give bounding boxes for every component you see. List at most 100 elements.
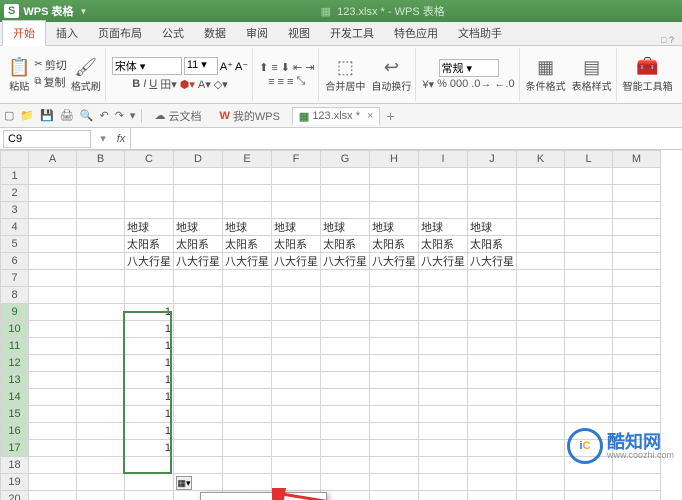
cell-G3[interactable] [321, 202, 370, 219]
cell-I2[interactable] [419, 185, 468, 202]
cell-E4[interactable]: 地球 [223, 219, 272, 236]
cell-J3[interactable] [468, 202, 517, 219]
cell-K8[interactable] [517, 287, 565, 304]
menu-6[interactable]: 视图 [278, 21, 320, 45]
cell-K7[interactable] [517, 270, 565, 287]
cell-G14[interactable] [321, 389, 370, 406]
autofill-options-button[interactable]: ▦▾ [176, 476, 192, 490]
cell-B10[interactable] [77, 321, 125, 338]
cell-K12[interactable] [517, 355, 565, 372]
cell-D13[interactable] [174, 372, 223, 389]
cell-I1[interactable] [419, 168, 468, 185]
cell-M2[interactable] [613, 185, 661, 202]
cell-B14[interactable] [77, 389, 125, 406]
cell-M10[interactable] [613, 321, 661, 338]
cell-E10[interactable] [223, 321, 272, 338]
row-header-10[interactable]: 10 [1, 321, 29, 338]
cell-I7[interactable] [419, 270, 468, 287]
cell-G20[interactable] [321, 491, 370, 500]
cell-D6[interactable]: 八大行星 [174, 253, 223, 270]
cell-L9[interactable] [565, 304, 613, 321]
cell-E5[interactable]: 太阳系 [223, 236, 272, 253]
cell-H5[interactable]: 太阳系 [370, 236, 419, 253]
cell-E13[interactable] [223, 372, 272, 389]
align-right-icon[interactable]: ≡ [287, 76, 293, 88]
cell-M20[interactable] [613, 491, 661, 500]
cell-D17[interactable] [174, 440, 223, 457]
cell-B6[interactable] [77, 253, 125, 270]
cell-A12[interactable] [29, 355, 77, 372]
cell-B12[interactable] [77, 355, 125, 372]
cell-H1[interactable] [370, 168, 419, 185]
cell-M13[interactable] [613, 372, 661, 389]
cell-A18[interactable] [29, 457, 77, 474]
cell-B13[interactable] [77, 372, 125, 389]
name-box[interactable]: C9 [3, 130, 91, 148]
cell-I6[interactable]: 八大行星 [419, 253, 468, 270]
cell-H13[interactable] [370, 372, 419, 389]
cell-B7[interactable] [77, 270, 125, 287]
cell-M15[interactable] [613, 406, 661, 423]
cancel-icon[interactable]: ▾ [94, 132, 112, 145]
cell-H4[interactable]: 地球 [370, 219, 419, 236]
cell-B5[interactable] [77, 236, 125, 253]
cell-C4[interactable]: 地球 [125, 219, 174, 236]
cell-D18[interactable] [174, 457, 223, 474]
font-color-button[interactable]: A▾ [198, 78, 211, 91]
wrap-icon[interactable]: ↩ [384, 57, 399, 78]
percent-icon[interactable]: % [437, 78, 447, 90]
cell-M7[interactable] [613, 270, 661, 287]
menu-8[interactable]: 特色应用 [384, 21, 448, 45]
cell-A16[interactable] [29, 423, 77, 440]
cell-C9[interactable]: 1 [125, 304, 174, 321]
cell-E18[interactable] [223, 457, 272, 474]
cell-F1[interactable] [272, 168, 321, 185]
cell-D8[interactable] [174, 287, 223, 304]
cell-C16[interactable]: 1 [125, 423, 174, 440]
cell-H15[interactable] [370, 406, 419, 423]
new-tab-button[interactable]: + [386, 108, 394, 124]
cell-E3[interactable] [223, 202, 272, 219]
cell-B18[interactable] [77, 457, 125, 474]
cell-M11[interactable] [613, 338, 661, 355]
indent-increase-icon[interactable]: ⇥ [305, 61, 314, 74]
cell-J13[interactable] [468, 372, 517, 389]
cell-K15[interactable] [517, 406, 565, 423]
currency-icon[interactable]: ¥▾ [422, 78, 434, 91]
cell-J14[interactable] [468, 389, 517, 406]
new-icon[interactable]: ▢ [4, 109, 14, 122]
italic-button[interactable]: I [143, 78, 146, 90]
cell-L3[interactable] [565, 202, 613, 219]
menu-0[interactable]: 开始 [2, 20, 46, 46]
cell-E12[interactable] [223, 355, 272, 372]
cell-C1[interactable] [125, 168, 174, 185]
row-header-8[interactable]: 8 [1, 287, 29, 304]
cell-H6[interactable]: 八大行星 [370, 253, 419, 270]
cell-F6[interactable]: 八大行星 [272, 253, 321, 270]
menu-1[interactable]: 插入 [46, 21, 88, 45]
cell-J1[interactable] [468, 168, 517, 185]
cell-F8[interactable] [272, 287, 321, 304]
menu-7[interactable]: 开发工具 [320, 21, 384, 45]
cell-D5[interactable]: 太阳系 [174, 236, 223, 253]
cell-C11[interactable]: 1 [125, 338, 174, 355]
cell-C5[interactable]: 太阳系 [125, 236, 174, 253]
cell-L13[interactable] [565, 372, 613, 389]
cell-I15[interactable] [419, 406, 468, 423]
cell-I4[interactable]: 地球 [419, 219, 468, 236]
cell-D4[interactable]: 地球 [174, 219, 223, 236]
cell-M12[interactable] [613, 355, 661, 372]
cell-I5[interactable]: 太阳系 [419, 236, 468, 253]
cell-G12[interactable] [321, 355, 370, 372]
cell-J5[interactable]: 太阳系 [468, 236, 517, 253]
cell-K4[interactable] [517, 219, 565, 236]
cell-A1[interactable] [29, 168, 77, 185]
cell-J8[interactable] [468, 287, 517, 304]
paste-icon[interactable]: 📋 [8, 57, 30, 78]
number-format-select[interactable]: 常规 ▾ [439, 59, 499, 77]
cell-E8[interactable] [223, 287, 272, 304]
row-header-12[interactable]: 12 [1, 355, 29, 372]
cell-D16[interactable] [174, 423, 223, 440]
cell-C19[interactable] [125, 474, 174, 491]
cell-K17[interactable] [517, 440, 565, 457]
